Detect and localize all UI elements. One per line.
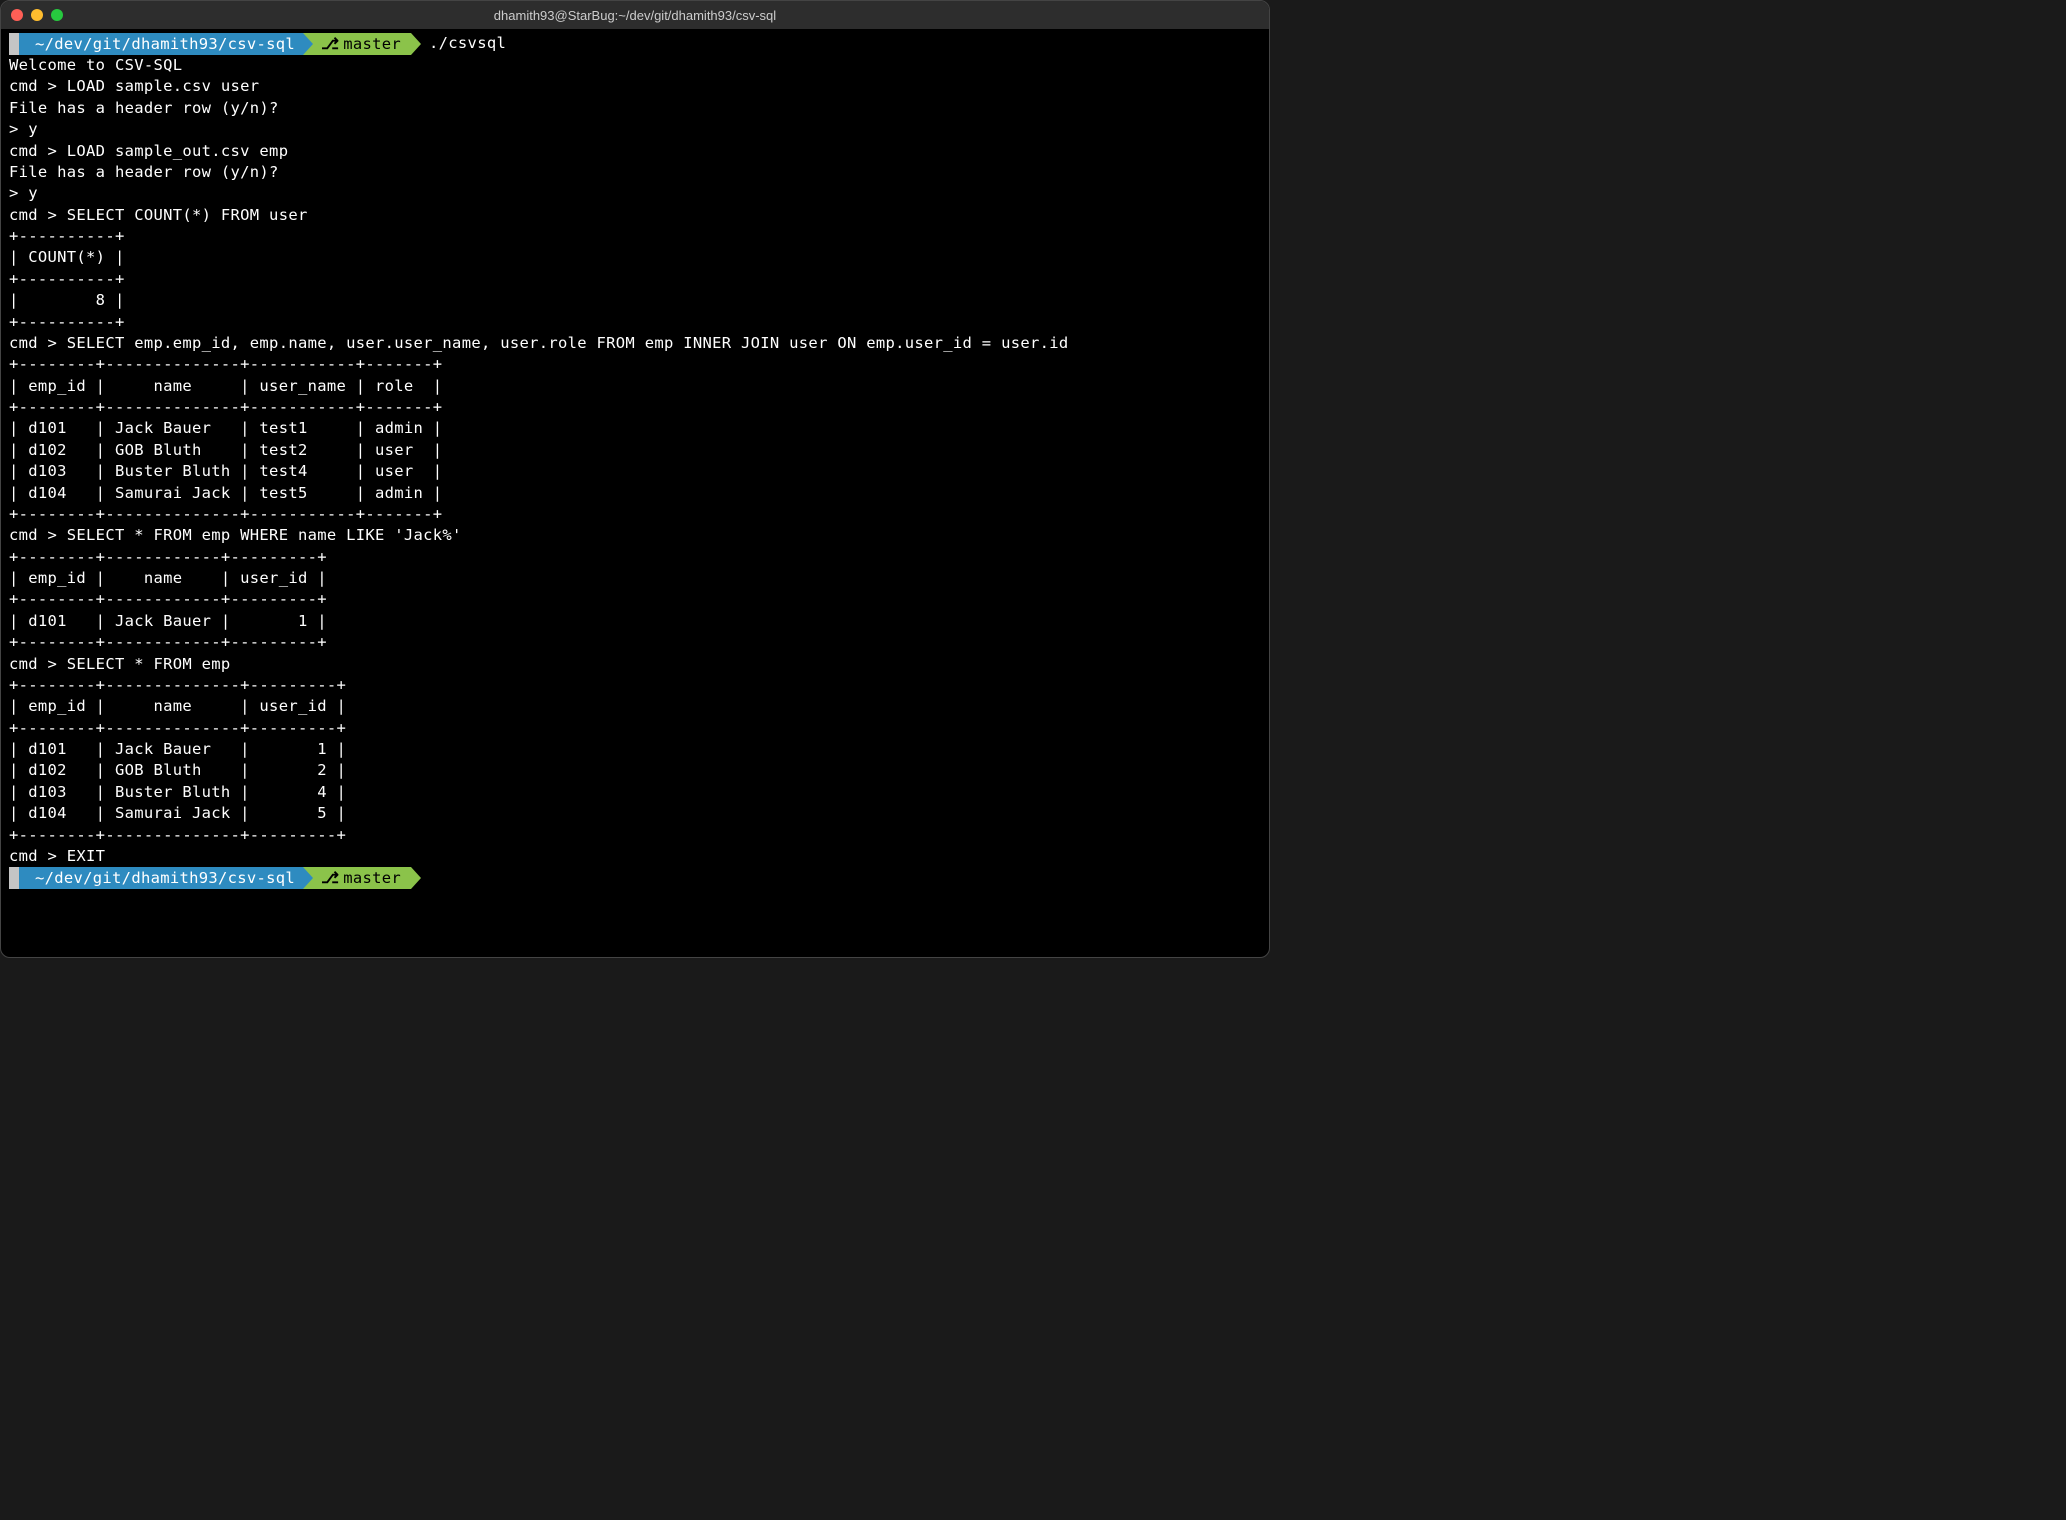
table-border: +--------+--------------+-----------+---…	[9, 354, 1261, 375]
minimize-button[interactable]	[31, 9, 43, 21]
table-row: | d104 | Samurai Jack | test5 | admin |	[9, 483, 1261, 504]
output-line: File has a header row (y/n)?	[9, 162, 1261, 183]
prompt-path: ~/dev/git/dhamith93/csv-sql	[19, 867, 303, 889]
table-border: +--------+------------+---------+	[9, 632, 1261, 653]
table-border: +--------+--------------+---------+	[9, 718, 1261, 739]
prompt-branch: ⎇ master	[303, 867, 411, 889]
output-line: cmd > LOAD sample.csv user	[9, 76, 1261, 97]
table-row: | d102 | GOB Bluth | 2 |	[9, 760, 1261, 781]
table-row: | d103 | Buster Bluth | 4 |	[9, 782, 1261, 803]
output-line: cmd > SELECT * FROM emp WHERE name LIKE …	[9, 525, 1261, 546]
table-row: | 8 |	[9, 290, 1261, 311]
table-header: | emp_id | name | user_id |	[9, 696, 1261, 717]
shell-prompt: ~/dev/git/dhamith93/csv-sql ⎇ master ./c…	[9, 33, 1261, 55]
terminal-body[interactable]: ~/dev/git/dhamith93/csv-sql ⎇ master ./c…	[1, 29, 1269, 893]
output-line: cmd > SELECT emp.emp_id, emp.name, user.…	[9, 333, 1261, 354]
terminal-window: dhamith93@StarBug:~/dev/git/dhamith93/cs…	[0, 0, 1270, 958]
apple-icon	[9, 33, 19, 55]
prompt-path: ~/dev/git/dhamith93/csv-sql	[19, 33, 303, 55]
table-row: | d101 | Jack Bauer | 1 |	[9, 739, 1261, 760]
branch-name: master	[343, 33, 401, 55]
table-row: | d104 | Samurai Jack | 5 |	[9, 803, 1261, 824]
table-header: | COUNT(*) |	[9, 247, 1261, 268]
output-line: cmd > SELECT COUNT(*) FROM user	[9, 205, 1261, 226]
output-line: cmd > EXIT	[9, 846, 1261, 867]
table-border: +--------+--------------+---------+	[9, 675, 1261, 696]
output-line: > y	[9, 183, 1261, 204]
output-line: cmd > SELECT * FROM emp	[9, 654, 1261, 675]
command-text: ./csvsql	[429, 33, 506, 54]
table-row: | d101 | Jack Bauer | test1 | admin |	[9, 418, 1261, 439]
prompt-branch: ⎇ master	[303, 33, 411, 55]
traffic-lights	[11, 9, 63, 21]
output-line: File has a header row (y/n)?	[9, 98, 1261, 119]
table-border: +--------+--------------+-----------+---…	[9, 397, 1261, 418]
git-branch-icon: ⎇	[321, 33, 339, 55]
maximize-button[interactable]	[51, 9, 63, 21]
table-border: +--------+------------+---------+	[9, 547, 1261, 568]
branch-name: master	[343, 867, 401, 889]
table-header: | emp_id | name | user_name | role |	[9, 376, 1261, 397]
table-row: | d102 | GOB Bluth | test2 | user |	[9, 440, 1261, 461]
apple-icon	[9, 867, 19, 889]
output-line: > y	[9, 119, 1261, 140]
table-row: | d103 | Buster Bluth | test4 | user |	[9, 461, 1261, 482]
table-border: +--------+--------------+-----------+---…	[9, 504, 1261, 525]
shell-prompt: ~/dev/git/dhamith93/csv-sql ⎇ master	[9, 867, 1261, 889]
window-title: dhamith93@StarBug:~/dev/git/dhamith93/cs…	[494, 8, 776, 23]
close-button[interactable]	[11, 9, 23, 21]
output-welcome: Welcome to CSV-SQL	[9, 55, 1261, 76]
table-border: +--------+--------------+---------+	[9, 825, 1261, 846]
table-border: +----------+	[9, 312, 1261, 333]
table-border: +----------+	[9, 226, 1261, 247]
git-branch-icon: ⎇	[321, 867, 339, 889]
table-border: +--------+------------+---------+	[9, 589, 1261, 610]
output-line: cmd > LOAD sample_out.csv emp	[9, 141, 1261, 162]
titlebar[interactable]: dhamith93@StarBug:~/dev/git/dhamith93/cs…	[1, 1, 1269, 29]
table-header: | emp_id | name | user_id |	[9, 568, 1261, 589]
table-row: | d101 | Jack Bauer | 1 |	[9, 611, 1261, 632]
table-border: +----------+	[9, 269, 1261, 290]
